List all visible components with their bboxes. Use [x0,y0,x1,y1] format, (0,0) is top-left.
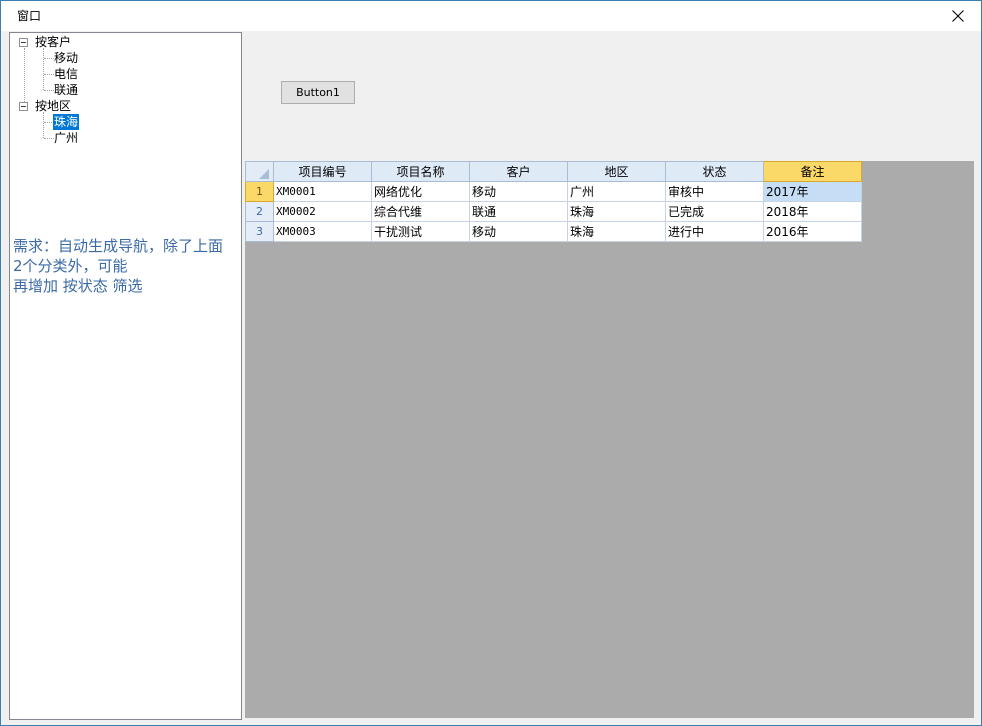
requirement-note: 需求：自动生成导航，除了上面 2个分类外，可能 再增加 按状态 筛选 [13,236,241,296]
cell-region[interactable]: 珠海 [567,201,666,222]
data-grid: 项目编号 项目名称 客户 地区 状态 备注 1 XM0001 网络优化 移动 广… [245,161,862,242]
close-button[interactable] [935,1,981,31]
tree-line [43,112,44,138]
grid-corner[interactable] [245,161,274,182]
cell-region[interactable]: 珠海 [567,221,666,242]
tree-item-mobile[interactable]: 移动 [53,50,79,66]
cell-customer[interactable]: 联通 [469,201,568,222]
tree-line [43,48,44,90]
cell-project-name[interactable]: 网络优化 [371,181,470,202]
column-header-region[interactable]: 地区 [567,161,666,182]
note-line: 需求：自动生成导航，除了上面 [13,237,224,255]
row-header[interactable]: 1 [245,181,274,202]
data-grid-area: 项目编号 项目名称 客户 地区 状态 备注 1 XM0001 网络优化 移动 广… [245,161,974,718]
cell-status[interactable]: 已完成 [665,201,764,222]
tree-group-region[interactable]: 按地区 [34,98,72,114]
tree-group-customer[interactable]: 按客户 [34,34,72,50]
cell-project-id[interactable]: XM0003 [273,221,372,242]
main-window: 窗口 按客户 移动 电信 联通 按地区 珠海 广州 需求：自动生成导航，除了上面… [0,0,982,726]
cell-customer[interactable]: 移动 [469,221,568,242]
tree-item-guangzhou[interactable]: 广州 [53,130,79,146]
column-header-project-id[interactable]: 项目编号 [273,161,372,182]
cell-project-name[interactable]: 干扰测试 [371,221,470,242]
table-row[interactable]: 3 XM0003 干扰测试 移动 珠海 进行中 2016年 [245,221,862,242]
column-header-status[interactable]: 状态 [665,161,764,182]
close-icon [952,10,964,22]
tree-collapse-icon[interactable] [19,102,28,111]
cell-remark[interactable]: 2018年 [763,201,862,222]
cell-project-name[interactable]: 综合代维 [371,201,470,222]
tree-line [24,48,25,106]
cell-status[interactable]: 审核中 [665,181,764,202]
cell-status[interactable]: 进行中 [665,221,764,242]
cell-remark[interactable]: 2016年 [763,221,862,242]
cell-project-id[interactable]: XM0002 [273,201,372,222]
cell-region[interactable]: 广州 [567,181,666,202]
table-row[interactable]: 2 XM0002 综合代维 联通 珠海 已完成 2018年 [245,201,862,222]
left-panel: 按客户 移动 电信 联通 按地区 珠海 广州 需求：自动生成导航，除了上面 2个… [9,32,242,720]
row-header[interactable]: 3 [245,221,274,242]
column-header-customer[interactable]: 客户 [469,161,568,182]
cell-customer[interactable]: 移动 [469,181,568,202]
tree-item-telecom[interactable]: 电信 [53,66,79,82]
title-bar[interactable]: 窗口 [1,1,981,31]
note-line: 再增加 按状态 筛选 [13,277,143,295]
tree-collapse-icon[interactable] [19,38,28,47]
tree-item-unicom[interactable]: 联通 [53,82,79,98]
note-line: 2个分类外，可能 [13,257,128,275]
column-header-project-name[interactable]: 项目名称 [371,161,470,182]
button1[interactable]: Button1 [281,81,355,104]
cell-remark[interactable]: 2017年 [763,181,862,202]
tree-item-zhuhai[interactable]: 珠海 [53,114,80,130]
row-header[interactable]: 2 [245,201,274,222]
table-row[interactable]: 1 XM0001 网络优化 移动 广州 审核中 2017年 [245,181,862,202]
window-title: 窗口 [17,9,42,23]
nav-tree[interactable]: 按客户 移动 电信 联通 按地区 珠海 广州 [10,33,241,153]
column-header-remark[interactable]: 备注 [763,161,862,182]
cell-project-id[interactable]: XM0001 [273,181,372,202]
select-all-icon [259,168,269,179]
